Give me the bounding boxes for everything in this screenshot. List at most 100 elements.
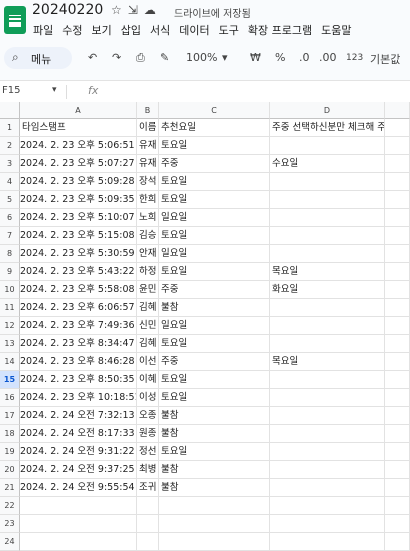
table-cell[interactable] — [270, 533, 385, 551]
table-cell[interactable] — [385, 461, 410, 479]
percent-format-button[interactable]: % — [275, 51, 285, 64]
table-cell[interactable] — [137, 497, 159, 515]
table-cell[interactable] — [385, 443, 410, 461]
table-cell[interactable]: 2024. 2. 23 오후 5:07:27 — [20, 155, 137, 173]
table-cell[interactable] — [270, 425, 385, 443]
table-cell[interactable] — [385, 227, 410, 245]
menu-item[interactable]: 수정 — [62, 24, 82, 37]
table-cell[interactable]: 김혜 — [137, 335, 159, 353]
table-cell[interactable]: 주중 — [159, 353, 270, 371]
row-header[interactable]: 19 — [0, 443, 20, 461]
table-cell[interactable]: 오종 — [137, 407, 159, 425]
table-cell[interactable]: 일요일 — [159, 209, 270, 227]
table-cell[interactable]: 유재 — [137, 155, 159, 173]
row-header[interactable]: 3 — [0, 155, 20, 173]
row-header[interactable]: 18 — [0, 425, 20, 443]
table-cell[interactable]: 2024. 2. 23 오후 5:43:22 — [20, 263, 137, 281]
table-cell[interactable] — [270, 443, 385, 461]
table-cell[interactable] — [270, 461, 385, 479]
table-cell[interactable]: 목요일 — [270, 353, 385, 371]
table-cell[interactable] — [270, 299, 385, 317]
table-cell[interactable]: 2024. 2. 23 오후 6:06:57 — [20, 299, 137, 317]
table-cell[interactable] — [270, 245, 385, 263]
table-cell[interactable] — [159, 497, 270, 515]
table-cell[interactable] — [270, 389, 385, 407]
menu-item[interactable]: 서식 — [150, 24, 170, 37]
column-header[interactable]: B — [137, 102, 159, 119]
column-header[interactable]: C — [159, 102, 270, 119]
table-cell[interactable]: 수요일 — [270, 155, 385, 173]
table-cell[interactable]: 2024. 2. 23 오후 8:46:28 — [20, 353, 137, 371]
table-cell[interactable] — [385, 281, 410, 299]
table-cell[interactable]: 2024. 2. 23 오후 5:09:35 — [20, 191, 137, 209]
table-cell[interactable] — [385, 173, 410, 191]
decrease-decimal-button[interactable]: .0 — [299, 51, 310, 64]
row-header[interactable]: 23 — [0, 515, 20, 533]
table-cell[interactable] — [270, 497, 385, 515]
column-header[interactable]: D — [270, 102, 385, 119]
name-box[interactable]: F15 — [2, 85, 20, 96]
table-cell[interactable]: 토요일 — [159, 335, 270, 353]
table-cell[interactable]: 2024. 2. 24 오전 9:37:25 — [20, 461, 137, 479]
move-icon[interactable]: ⇲ — [128, 3, 144, 17]
table-cell[interactable]: 불참 — [159, 479, 270, 497]
table-cell[interactable]: 토요일 — [159, 173, 270, 191]
table-cell[interactable] — [385, 497, 410, 515]
table-cell[interactable]: 2024. 2. 23 오후 5:15:08 — [20, 227, 137, 245]
table-cell[interactable]: 최병 — [137, 461, 159, 479]
table-cell[interactable]: 정선 — [137, 443, 159, 461]
table-cell[interactable]: 2024. 2. 23 오후 8:50:35 — [20, 371, 137, 389]
menu-item[interactable]: 보기 — [92, 24, 112, 37]
row-header[interactable]: 9 — [0, 263, 20, 281]
table-cell[interactable]: 2024. 2. 23 오후 7:49:36 — [20, 317, 137, 335]
table-cell[interactable]: 2024. 2. 23 오후 5:06:51 — [20, 137, 137, 155]
table-cell[interactable]: 윤민 — [137, 281, 159, 299]
table-cell[interactable]: 2024. 2. 24 오전 8:17:33 — [20, 425, 137, 443]
menu-item[interactable]: 데이터 — [179, 24, 209, 37]
row-header[interactable]: 13 — [0, 335, 20, 353]
select-all-corner[interactable] — [0, 102, 20, 119]
table-cell[interactable]: 장석 — [137, 173, 159, 191]
table-cell[interactable] — [385, 209, 410, 227]
table-cell[interactable]: 한희 — [137, 191, 159, 209]
table-cell[interactable]: 토요일 — [159, 191, 270, 209]
print-icon[interactable]: ⎙ — [136, 51, 145, 65]
row-header[interactable]: 1 — [0, 119, 20, 137]
table-cell[interactable]: 토요일 — [159, 389, 270, 407]
table-cell[interactable]: 토요일 — [159, 263, 270, 281]
row-header[interactable]: 7 — [0, 227, 20, 245]
table-cell[interactable]: 2024. 2. 24 오전 9:55:54 — [20, 479, 137, 497]
table-cell[interactable]: 일요일 — [159, 245, 270, 263]
undo-icon[interactable]: ↶ — [88, 51, 97, 64]
table-cell[interactable]: 화요일 — [270, 281, 385, 299]
table-cell[interactable] — [270, 317, 385, 335]
row-header[interactable]: 11 — [0, 299, 20, 317]
sheets-logo-icon[interactable] — [4, 6, 26, 34]
table-cell[interactable]: 불참 — [159, 299, 270, 317]
paint-format-icon[interactable]: ✎ — [160, 51, 169, 64]
header-cell[interactable]: 추천요일 — [159, 119, 270, 137]
table-cell[interactable]: 불참 — [159, 461, 270, 479]
table-cell[interactable]: 김승 — [137, 227, 159, 245]
row-header[interactable]: 22 — [0, 497, 20, 515]
cloud-icon[interactable]: ☁ — [144, 3, 162, 17]
table-cell[interactable]: 2024. 2. 23 오후 5:58:08 — [20, 281, 137, 299]
table-cell[interactable]: 2024. 2. 24 오전 9:31:22 — [20, 443, 137, 461]
row-header[interactable]: 8 — [0, 245, 20, 263]
table-cell[interactable] — [385, 317, 410, 335]
table-cell[interactable]: 2024. 2. 24 오전 7:32:13 — [20, 407, 137, 425]
row-header[interactable]: 2 — [0, 137, 20, 155]
menu-item[interactable]: 삽입 — [121, 24, 141, 37]
table-cell[interactable] — [385, 533, 410, 551]
table-cell[interactable]: 조귀 — [137, 479, 159, 497]
table-cell[interactable] — [385, 191, 410, 209]
table-cell[interactable]: 노희 — [137, 209, 159, 227]
row-header[interactable]: 5 — [0, 191, 20, 209]
row-header[interactable]: 17 — [0, 407, 20, 425]
table-cell[interactable]: 이선 — [137, 353, 159, 371]
header-cell[interactable]: 주중 선택하신분만 체크해 주세요 — [270, 119, 385, 137]
table-cell[interactable] — [159, 515, 270, 533]
table-cell[interactable] — [385, 155, 410, 173]
row-header[interactable]: 12 — [0, 317, 20, 335]
row-header[interactable]: 10 — [0, 281, 20, 299]
